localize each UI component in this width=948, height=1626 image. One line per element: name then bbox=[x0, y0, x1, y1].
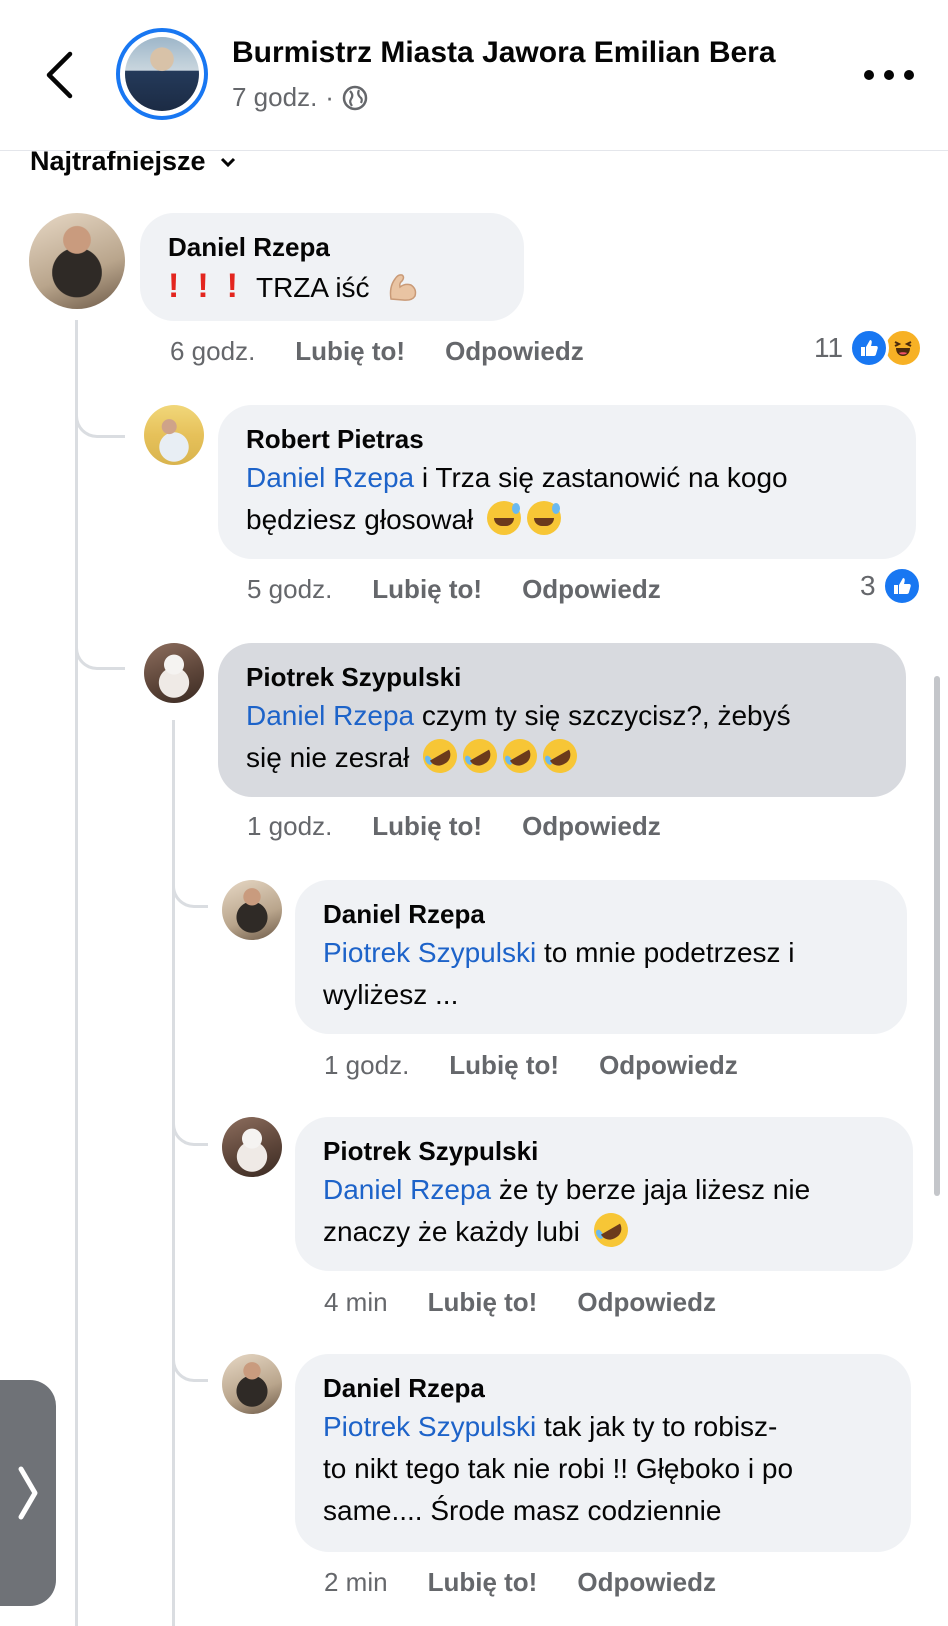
reply-button[interactable]: Odpowiedz bbox=[445, 336, 584, 367]
dot bbox=[904, 70, 914, 80]
scrollbar[interactable] bbox=[934, 676, 940, 1196]
exclamation-icon: ! bbox=[197, 267, 209, 305]
mention-link[interactable]: Daniel Rzepa bbox=[323, 1174, 491, 1205]
chevron-right-icon bbox=[18, 1466, 38, 1520]
reply-button[interactable]: Odpowiedz bbox=[522, 574, 661, 605]
comment-author[interactable]: Piotrek Szypulski bbox=[246, 659, 878, 695]
reply-button[interactable]: Odpowiedz bbox=[522, 811, 661, 842]
dot bbox=[864, 70, 874, 80]
comment-text: Daniel Rzepa czym ty się szczycisz?, żeb… bbox=[246, 695, 878, 780]
like-button[interactable]: Lubię to! bbox=[372, 811, 482, 842]
flexed-biceps-icon bbox=[390, 274, 417, 301]
comment-author[interactable]: Piotrek Szypulski bbox=[323, 1133, 885, 1169]
reply-button[interactable]: Odpowiedz bbox=[599, 1050, 738, 1081]
avatar[interactable] bbox=[222, 1354, 282, 1414]
exclamation-icon: ! bbox=[226, 267, 238, 305]
comment-text: !!! TRZA iść bbox=[168, 265, 496, 309]
comment-author[interactable]: Daniel Rzepa bbox=[168, 229, 496, 265]
like-button[interactable]: Lubię to! bbox=[449, 1050, 559, 1081]
exclamation-icon: ! bbox=[168, 267, 180, 305]
avatar[interactable] bbox=[222, 880, 282, 940]
more-options-button[interactable] bbox=[864, 60, 914, 90]
thread-connector bbox=[75, 380, 125, 438]
mention-link[interactable]: Piotrek Szypulski bbox=[323, 1411, 536, 1442]
rofl-emoji bbox=[587, 1206, 634, 1254]
thread-connector bbox=[172, 1088, 208, 1146]
comment-actions: 2 min Lubię to! Odpowiedz bbox=[324, 1567, 716, 1598]
grinning-sweat-emoji bbox=[487, 501, 522, 535]
comment-time[interactable]: 6 godz. bbox=[170, 336, 255, 367]
chevron-left-icon bbox=[46, 51, 73, 99]
like-button[interactable]: Lubię to! bbox=[428, 1567, 538, 1598]
reply-button[interactable]: Odpowiedz bbox=[577, 1567, 716, 1598]
post-meta: 7 godz. · bbox=[232, 82, 368, 113]
comment-actions: 1 godz. Lubię to! Odpowiedz bbox=[247, 811, 661, 842]
comment-time[interactable]: 5 godz. bbox=[247, 574, 332, 605]
haha-icon bbox=[883, 328, 924, 368]
avatar[interactable] bbox=[144, 643, 204, 703]
back-button[interactable] bbox=[34, 45, 84, 105]
thread-connector bbox=[172, 850, 208, 908]
comment-actions: 1 godz. Lubię to! Odpowiedz bbox=[324, 1050, 738, 1081]
comment-actions: 4 min Lubię to! Odpowiedz bbox=[324, 1287, 716, 1318]
thread-line bbox=[75, 320, 78, 1626]
reaction-summary[interactable]: 11 bbox=[814, 328, 924, 368]
side-panel-handle[interactable] bbox=[0, 1380, 56, 1606]
dot bbox=[884, 70, 894, 80]
rofl-emoji bbox=[496, 732, 544, 780]
comment-text: Daniel Rzepa że ty berze jaja liżesz nie… bbox=[323, 1169, 885, 1254]
grinning-sweat-emoji bbox=[527, 501, 562, 535]
comment-time[interactable]: 1 godz. bbox=[324, 1050, 409, 1081]
mention-link[interactable]: Daniel Rzepa bbox=[246, 700, 414, 731]
comment-bubble[interactable]: Daniel Rzepa Piotrek Szypulski to mnie p… bbox=[295, 880, 907, 1034]
comment-bubble[interactable]: Daniel Rzepa !!! TRZA iść bbox=[140, 213, 524, 321]
comment-bubble[interactable]: Daniel Rzepa Piotrek Szypulski tak jak t… bbox=[295, 1354, 911, 1552]
avatar[interactable] bbox=[144, 405, 204, 465]
thread-connector bbox=[75, 614, 125, 670]
comment-actions: 5 godz. Lubię to! Odpowiedz bbox=[247, 574, 661, 605]
thread-connector bbox=[172, 1324, 208, 1382]
avatar[interactable] bbox=[222, 1117, 282, 1177]
like-icon bbox=[881, 566, 922, 606]
comment-bubble[interactable]: Robert Pietras Daniel Rzepa i Trza się z… bbox=[218, 405, 916, 559]
mention-link[interactable]: Daniel Rzepa bbox=[246, 462, 414, 493]
comment-actions: 6 godz. Lubię to! Odpowiedz bbox=[170, 336, 584, 367]
like-button[interactable]: Lubię to! bbox=[428, 1287, 538, 1318]
comment-author[interactable]: Daniel Rzepa bbox=[323, 1370, 883, 1406]
comment-text: Piotrek Szypulski tak jak ty to robisz- … bbox=[323, 1411, 794, 1526]
globe-icon[interactable] bbox=[342, 85, 368, 111]
comment-text: Piotrek Szypulski to mnie podetrzesz i w… bbox=[323, 937, 795, 1010]
reaction-count: 3 bbox=[860, 570, 876, 601]
comment-time[interactable]: 1 godz. bbox=[247, 811, 332, 842]
reaction-summary[interactable]: 3 bbox=[860, 566, 922, 606]
comment-time[interactable]: 2 min bbox=[324, 1567, 388, 1598]
reaction-count: 11 bbox=[814, 332, 844, 363]
comment-bubble[interactable]: Piotrek Szypulski Daniel Rzepa czym ty s… bbox=[218, 643, 906, 797]
avatar[interactable] bbox=[29, 213, 125, 309]
page-avatar[interactable] bbox=[116, 28, 208, 120]
comment-bubble[interactable]: Piotrek Szypulski Daniel Rzepa że ty ber… bbox=[295, 1117, 913, 1271]
post-header: Burmistrz Miasta Jawora Emilian Bera 7 g… bbox=[0, 0, 948, 151]
chevron-down-icon bbox=[220, 157, 235, 167]
like-icon bbox=[849, 328, 890, 368]
comment-author[interactable]: Daniel Rzepa bbox=[323, 896, 879, 932]
like-button[interactable]: Lubię to! bbox=[295, 336, 405, 367]
like-button[interactable]: Lubię to! bbox=[372, 574, 482, 605]
page-title[interactable]: Burmistrz Miasta Jawora Emilian Bera bbox=[232, 36, 776, 70]
comment-author[interactable]: Robert Pietras bbox=[246, 421, 888, 457]
separator: · bbox=[325, 82, 334, 112]
rofl-emoji bbox=[456, 732, 504, 780]
rofl-emoji bbox=[536, 732, 584, 780]
mention-link[interactable]: Piotrek Szypulski bbox=[323, 937, 536, 968]
post-time: 7 godz. bbox=[232, 82, 318, 112]
reply-button[interactable]: Odpowiedz bbox=[577, 1287, 716, 1318]
comment-time[interactable]: 4 min bbox=[324, 1287, 388, 1318]
rofl-emoji bbox=[416, 732, 464, 780]
comment-text: Daniel Rzepa i Trza się zastanowić na ko… bbox=[246, 462, 788, 535]
